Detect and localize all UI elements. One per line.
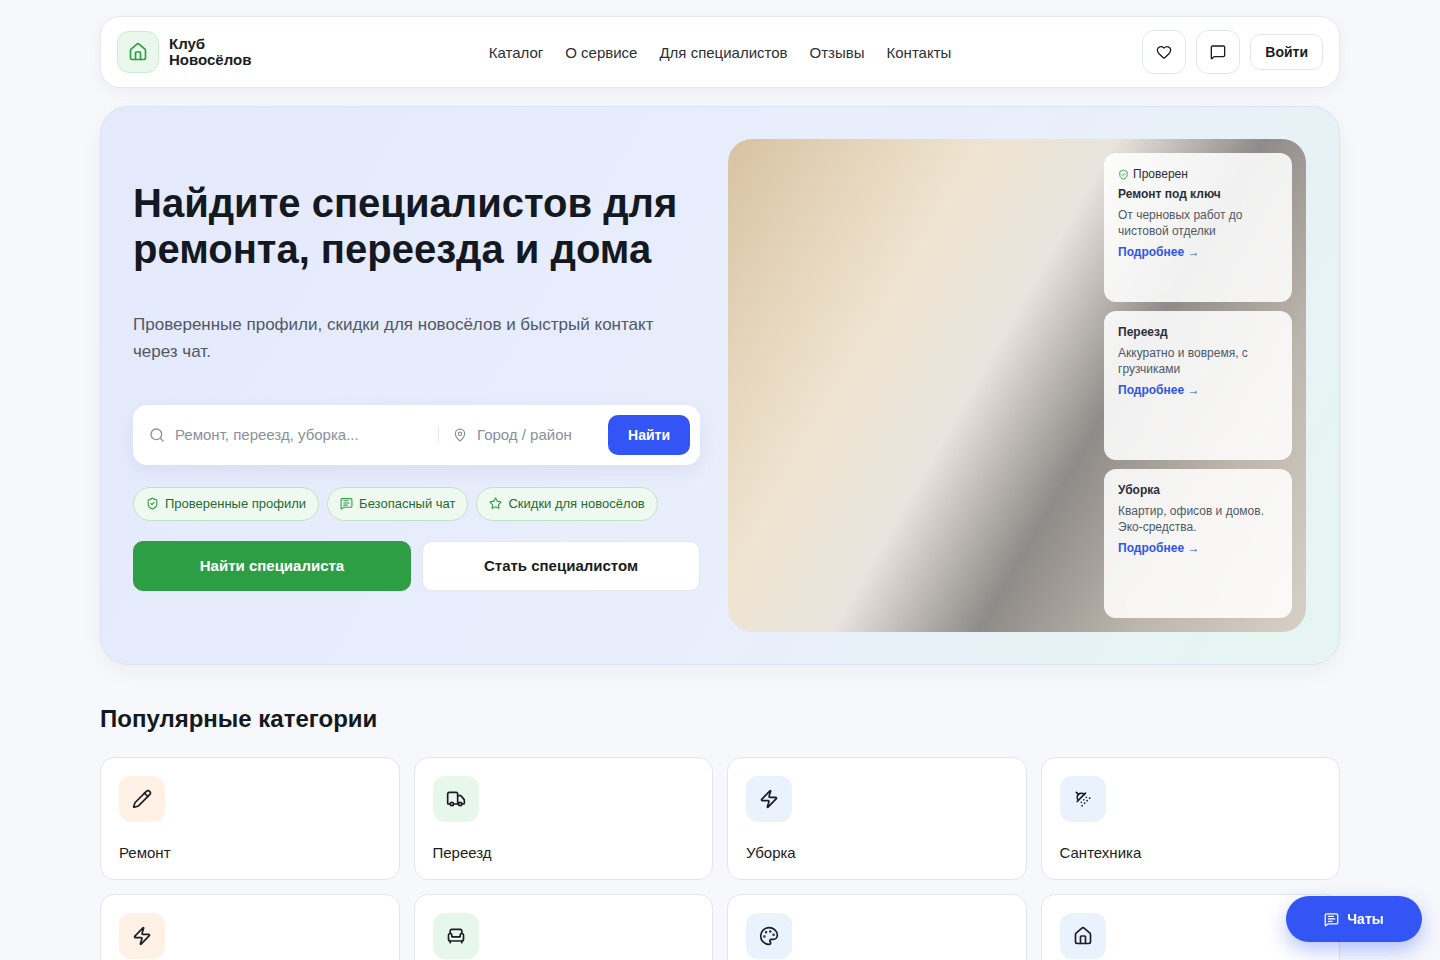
search-icon [149, 427, 165, 443]
service-cards: Проверен Ремонт под ключ От черновых работ… [1104, 153, 1292, 618]
armchair-icon [446, 926, 466, 946]
category-card[interactable] [414, 894, 714, 960]
service-title: Ремонт под ключ [1118, 187, 1278, 201]
house-icon [1073, 926, 1093, 946]
favorites-button[interactable] [1142, 30, 1186, 74]
category-card[interactable]: Ремонт [100, 757, 400, 880]
heart-icon [1156, 44, 1172, 60]
shield-icon [1118, 169, 1129, 180]
category-card[interactable]: Сантехника [1041, 757, 1341, 880]
chips: Проверенные профилиБезопасный чатСкидки … [133, 487, 700, 521]
header: КлубНовосёлов Каталог О сервисе Для специал… [100, 16, 1340, 88]
hero: Найдите специалистов для ремонта, переез… [100, 106, 1340, 665]
category-tile [746, 913, 792, 959]
category-card[interactable] [100, 894, 400, 960]
become-specialist-button[interactable]: Стать специалистом [422, 541, 700, 591]
nav: Каталог О сервисе Для специалистов Отзывы Ко… [417, 44, 1023, 61]
service-card[interactable]: Переезд Аккуратно и вовремя, с грузчиками… [1104, 311, 1292, 460]
feature-chip: Скидки для новосёлов [476, 487, 657, 521]
verified-badge: Проверен [1118, 167, 1278, 181]
hero-actions: Найти специалистаСтать специалистом [133, 541, 700, 591]
category-tile [1060, 913, 1106, 959]
login-button[interactable]: Войти [1250, 34, 1323, 70]
logo[interactable]: КлубНовосёлов [117, 31, 417, 73]
category-tile [433, 913, 479, 959]
category-tile [1060, 776, 1106, 822]
category-label: Переезд [433, 844, 695, 861]
category-label: Уборка [746, 844, 1008, 861]
nav-link[interactable]: Для специалистов [659, 44, 787, 61]
chats-button[interactable]: Чаты [1286, 896, 1422, 942]
lightning-icon [132, 926, 152, 946]
service-description: От черновых работ до чистовой отделки [1118, 207, 1278, 239]
nav-link[interactable]: Отзывы [810, 44, 865, 61]
bedroom-photo: Проверен Ремонт под ключ От черновых работ… [728, 139, 1306, 632]
hero-subtitle: Проверенные профили, скидки для новосёло… [133, 312, 700, 365]
lightning-icon [759, 789, 779, 809]
page: КлубНовосёлов Каталог О сервисе Для специал… [100, 0, 1340, 960]
truck-icon [446, 789, 466, 809]
service-card[interactable]: Проверен Ремонт под ключ От черновых работ… [1104, 153, 1292, 302]
category-tile [433, 776, 479, 822]
category-card[interactable]: Переезд [414, 757, 714, 880]
categories-title: Популярные категории [100, 705, 1340, 733]
category-card[interactable]: Уборка [727, 757, 1027, 880]
chat-icon [1324, 912, 1339, 927]
shield-icon [146, 497, 159, 510]
pin-icon [453, 428, 467, 442]
service-description: Квартир, офисов и домов. Эко-средства. [1118, 503, 1278, 535]
logo-text: КлубНовосёлов [169, 36, 251, 68]
find-specialist-button[interactable]: Найти специалиста [133, 541, 411, 591]
nav-link[interactable]: Контакты [887, 44, 952, 61]
nav-link[interactable]: Каталог [489, 44, 544, 61]
star-icon [489, 497, 502, 510]
find-button[interactable]: Найти [608, 415, 690, 455]
service-description: Аккуратно и вовремя, с грузчиками [1118, 345, 1278, 377]
location-field[interactable]: Город / район [438, 426, 608, 443]
category-tile [746, 776, 792, 822]
message-icon [1210, 44, 1226, 60]
service-title: Переезд [1118, 325, 1278, 339]
logo-tile [117, 31, 159, 73]
chat-icon [340, 497, 353, 510]
palette-icon [759, 926, 779, 946]
feature-chip: Безопасный чат [327, 487, 468, 521]
service-title: Уборка [1118, 483, 1278, 497]
categories-grid: Ремонт Переезд Уборка Сантехника [100, 757, 1340, 960]
more-link[interactable]: Подробнее → [1118, 245, 1278, 259]
more-link[interactable]: Подробнее → [1118, 541, 1278, 555]
category-tile [119, 776, 165, 822]
more-link[interactable]: Подробнее → [1118, 383, 1278, 397]
hero-content: Найдите специалистов для ремонта, переез… [133, 139, 700, 632]
feature-chip: Проверенные профили [133, 487, 319, 521]
hero-title: Найдите специалистов для ремонта, переез… [133, 180, 700, 272]
category-tile [119, 913, 165, 959]
pencil-icon [132, 789, 152, 809]
category-label: Ремонт [119, 844, 381, 861]
query-field[interactable]: Ремонт, переезд, уборка... [149, 426, 438, 443]
category-card[interactable] [727, 894, 1027, 960]
nav-link[interactable]: О сервисе [565, 44, 637, 61]
search-bar: Ремонт, переезд, уборка...Город / районН… [133, 405, 700, 465]
faucet-icon [1073, 789, 1093, 809]
home-icon [128, 42, 148, 62]
header-actions: Войти [1023, 30, 1323, 74]
messages-button[interactable] [1196, 30, 1240, 74]
service-card[interactable]: Уборка Квартир, офисов и домов. Эко-средс… [1104, 469, 1292, 618]
category-label: Сантехника [1060, 844, 1322, 861]
